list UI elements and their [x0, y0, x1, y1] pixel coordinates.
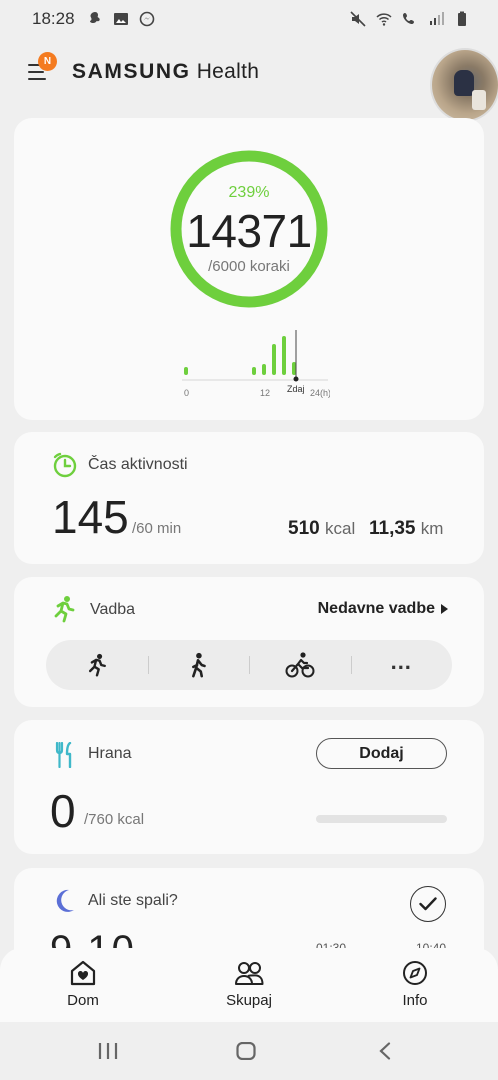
food-card[interactable]: Hrana Dodaj 0 /760 kcal — [14, 720, 484, 854]
cycling-shortcut[interactable] — [249, 640, 351, 690]
battery-icon — [458, 11, 466, 26]
tab-discover-label: Info — [402, 992, 428, 1009]
check-icon — [419, 897, 437, 911]
confirm-sleep-button[interactable] — [410, 886, 446, 922]
moon-icon — [56, 889, 74, 912]
stopwatch-icon — [53, 452, 77, 478]
fork-knife-icon — [55, 742, 72, 768]
active-minutes: 145 — [52, 491, 129, 543]
chart-label-24: 24(h) — [310, 388, 330, 398]
walking-icon — [192, 652, 207, 678]
tab-home-label: Dom — [67, 992, 99, 1009]
volte-icon — [403, 13, 414, 24]
running-shortcut[interactable] — [46, 640, 148, 690]
chart-label-12: 12 — [260, 388, 270, 398]
back-icon[interactable] — [378, 1042, 392, 1060]
steps-hourly-chart: 0 12 Zdaj 24(h) — [182, 330, 330, 398]
hour-bar — [292, 362, 296, 375]
people-icon — [235, 962, 264, 985]
hour-bar — [184, 367, 188, 375]
running-icon — [88, 653, 106, 677]
skype-icon — [89, 12, 100, 23]
food-title: Hrana — [88, 745, 132, 762]
running-person-icon — [54, 596, 75, 623]
walking-shortcut[interactable] — [147, 640, 250, 690]
home-button-icon[interactable] — [236, 1042, 256, 1060]
active-distance: 11,35 km — [369, 518, 444, 539]
mute-icon — [350, 11, 366, 27]
exercise-title: Vadba — [90, 601, 136, 618]
app-header: N SAMSUNG Health — [0, 44, 498, 122]
active-kcal: 510 kcal — [288, 518, 356, 539]
status-bar: 18:28 — [0, 0, 498, 38]
food-kcal-goal: /760 kcal — [84, 811, 145, 828]
active-minutes-goal: /60 min — [132, 520, 182, 537]
tab-together[interactable]: Skupaj — [166, 948, 332, 1022]
hour-bar — [262, 364, 266, 375]
hour-bar — [272, 344, 276, 375]
tab-discover[interactable]: Info — [332, 948, 498, 1022]
home-heart-icon — [70, 960, 96, 986]
gallery-icon — [113, 13, 128, 25]
tab-home[interactable]: Dom — [0, 948, 166, 1022]
notification-badge: N — [38, 52, 57, 71]
food-progress-bar — [316, 815, 447, 823]
active-time-title: Čas aktivnosti — [88, 456, 188, 473]
cycling-icon — [285, 652, 315, 678]
hour-bar — [282, 336, 286, 375]
sleep-title: Ali ste spali? — [88, 892, 178, 909]
status-time: 18:28 — [32, 9, 75, 28]
steps-goal: /6000 koraki — [208, 258, 290, 275]
steps-card[interactable]: 239% 14371 /6000 koraki 0 12 Zdaj 24(h) — [14, 118, 484, 420]
system-navigation-bar — [0, 1022, 498, 1080]
food-kcal: 0 — [50, 785, 76, 837]
workout-shortcuts: ... — [46, 640, 452, 690]
more-shortcut[interactable]: ... — [350, 640, 453, 690]
hour-bar — [252, 367, 256, 375]
bottom-navigation: Dom Skupaj Info — [0, 948, 498, 1022]
wifi-icon — [376, 13, 392, 26]
steps-percent: 239% — [228, 184, 270, 201]
add-food-button[interactable]: Dodaj — [316, 738, 447, 769]
avatar[interactable] — [430, 48, 498, 122]
steps-count: 14371 — [186, 205, 312, 257]
recent-workouts-link[interactable]: Nedavne vadbe — [318, 600, 448, 618]
exercise-card[interactable]: Vadba Nedavne vadbe ... — [14, 577, 484, 707]
chart-label-now: Zdaj — [287, 384, 305, 394]
play-arrow-icon — [441, 604, 448, 614]
tab-together-label: Skupaj — [226, 992, 272, 1009]
app-logo: SAMSUNG Health — [72, 60, 260, 83]
active-time-card[interactable]: Čas aktivnosti 145 /60 min 510 kcal 11,3… — [14, 432, 484, 564]
signal-icon — [430, 12, 444, 25]
compass-icon — [403, 961, 427, 985]
chart-label-0: 0 — [184, 388, 189, 398]
recent-apps-icon[interactable] — [98, 1042, 118, 1060]
more-icon: ... — [390, 649, 412, 674]
messenger-icon — [139, 11, 154, 27]
